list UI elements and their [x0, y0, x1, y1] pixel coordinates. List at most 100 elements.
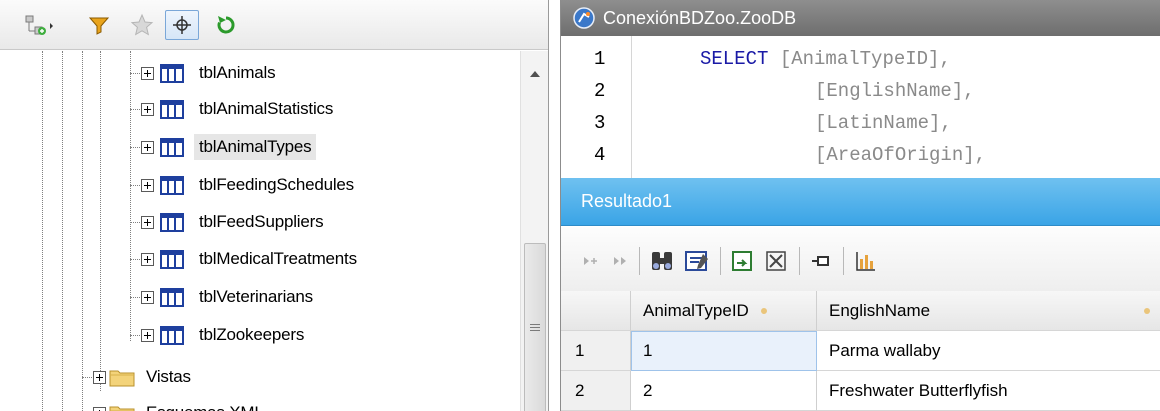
table-icon [160, 175, 184, 195]
column-header[interactable]: EnglishName [817, 291, 1160, 331]
pin-button[interactable] [807, 246, 837, 276]
edit-results-button[interactable] [681, 246, 713, 276]
sort-indicator-icon [760, 307, 767, 314]
row-header-corner[interactable] [561, 291, 631, 331]
scroll-up-arrow-icon[interactable] [530, 71, 540, 77]
folder-icon [109, 370, 135, 387]
grid-cell[interactable]: Freshwater Butterflyfish [817, 371, 1160, 411]
export-icon [732, 251, 752, 271]
tree-item-table[interactable]: tblAnimals [141, 55, 280, 91]
expand-icon[interactable] [141, 140, 154, 154]
grip-line [530, 327, 540, 328]
folder-label: Esquemas XML [141, 400, 269, 411]
column-header[interactable]: AnimalTypeID [631, 291, 817, 331]
crosshair-icon [173, 16, 191, 34]
result-grid: AnimalTypeID EnglishName 1 1 Parma walla… [561, 291, 1160, 411]
expand-arrows-icon [766, 251, 786, 271]
result-tab[interactable]: Resultado1 [561, 178, 1160, 226]
grid-cell[interactable]: 2 [631, 371, 817, 411]
sql-keyword: SELECT [700, 48, 769, 70]
database-tree: tblAnimals tblAnimalStatistics tblAnimal… [0, 51, 520, 411]
scroll-thumb[interactable] [524, 243, 546, 411]
result-window: Resultado1 AnimalTypeID EnglishName 1 1 … [560, 178, 1160, 411]
table-icon [160, 325, 184, 345]
table-label: tblAnimals [199, 63, 276, 82]
table-icon [160, 287, 184, 307]
tree-item-table[interactable]: tblAnimalStatistics [141, 91, 338, 127]
table-icon [160, 137, 184, 157]
code-line: SELECT [AnimalTypeID], [700, 48, 951, 70]
row-number[interactable]: 1 [561, 331, 631, 371]
tree-item-table[interactable]: tblFeedSuppliers [141, 204, 328, 240]
filter-icon [88, 17, 110, 35]
tree-add-icon [25, 15, 53, 35]
tree-scrollbar[interactable] [520, 51, 548, 411]
table-icon [160, 99, 184, 119]
result-toolbar [561, 227, 1160, 291]
table-label: tblFeedingSchedules [199, 175, 354, 194]
row-number[interactable]: 2 [561, 371, 631, 411]
tree-item-table[interactable]: tblMedicalTreatments [141, 241, 362, 277]
tree-item-table[interactable]: tblVeterinarians [141, 279, 318, 315]
toolbar-separator [799, 247, 800, 275]
expand-icon[interactable] [141, 290, 154, 304]
tree-item-table-selected[interactable]: tblAnimalTypes [141, 129, 317, 165]
grid-header-row: AnimalTypeID EnglishName [561, 291, 1160, 331]
refresh-button[interactable] [210, 10, 242, 40]
sql-editor-window: ConexiónBDZoo.ZooDB 1 2 3 4 SELECT [Anim… [560, 0, 1160, 178]
toolbar-separator [720, 247, 721, 275]
expand-icon[interactable] [141, 215, 154, 229]
gutter-divider [631, 36, 632, 178]
tree-guide [42, 51, 43, 411]
next-result-button[interactable] [579, 246, 603, 276]
tree-item-folder-xml[interactable]: Esquemas XML [93, 395, 269, 411]
expand-icon[interactable] [93, 370, 106, 384]
expand-icon[interactable] [141, 66, 154, 80]
grip-line [530, 324, 540, 325]
table-label: tblMedicalTreatments [199, 249, 357, 268]
add-objects-button[interactable] [22, 10, 56, 40]
filter-button[interactable] [84, 10, 114, 40]
expand-icon[interactable] [93, 406, 106, 411]
table-label: tblFeedSuppliers [199, 212, 324, 231]
tree-guide [62, 51, 63, 411]
grid-cell[interactable]: Parma wallaby [817, 331, 1160, 371]
tree-guide [82, 51, 83, 411]
folder-icon [109, 406, 135, 411]
tree-item-table[interactable]: tblFeedingSchedules [141, 167, 359, 203]
grip-line [530, 330, 540, 331]
table-label: tblAnimalStatistics [199, 99, 334, 118]
expand-icon[interactable] [141, 178, 154, 192]
favorites-button[interactable] [126, 10, 158, 40]
table-row: 2 2 Freshwater Butterflyfish [561, 371, 1160, 411]
sort-indicator-icon [1144, 307, 1150, 314]
code-line: [AreaOfOrigin], [815, 144, 987, 166]
binoculars-icon [652, 252, 672, 270]
line-number: 2 [594, 80, 606, 102]
find-button[interactable] [647, 246, 677, 276]
database-connection-icon [573, 7, 595, 29]
fast-forward-button[interactable] [609, 246, 633, 276]
sql-code-area[interactable]: 1 2 3 4 SELECT [AnimalTypeID], [EnglishN… [561, 36, 1160, 178]
expand-icon[interactable] [141, 102, 154, 116]
tree-item-table[interactable]: tblZookeepers [141, 317, 309, 353]
refresh-icon [217, 16, 235, 34]
chart-button[interactable] [851, 246, 881, 276]
table-icon [160, 249, 184, 269]
explorer-toolbar [0, 0, 548, 50]
step-next-icon [584, 257, 597, 265]
tree-guide [100, 51, 101, 391]
star-icon [130, 13, 154, 36]
table-row: 1 1 Parma wallaby [561, 331, 1160, 371]
locate-button[interactable] [165, 10, 199, 40]
table-icon [160, 63, 184, 83]
expand-icon[interactable] [141, 252, 154, 266]
tree-item-folder-vistas[interactable]: Vistas [93, 359, 196, 395]
expand-icon[interactable] [141, 328, 154, 342]
bar-chart-icon [856, 252, 875, 271]
table-icon [160, 212, 184, 232]
grid-cell[interactable]: 1 [631, 331, 817, 371]
maximize-button[interactable] [761, 246, 791, 276]
sql-editor-titlebar: ConexiónBDZoo.ZooDB [561, 0, 1160, 36]
export-button[interactable] [727, 246, 757, 276]
